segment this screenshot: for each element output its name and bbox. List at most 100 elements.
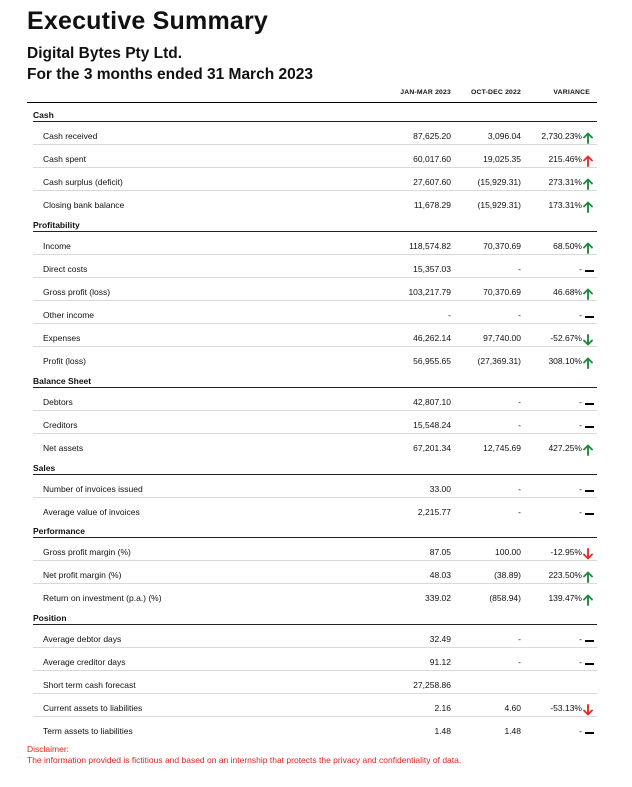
arrow-down-icon [583,547,593,559]
row-divider [33,254,597,255]
row-divider [33,277,597,278]
arrow-up-icon [583,132,593,144]
row-label: Closing bank balance [43,200,125,210]
value-variance: 173.31% [548,200,582,210]
row-label: Expenses [43,333,81,343]
value-variance: 68.50% [553,241,582,251]
value-current: 91.12 [429,657,451,667]
value-previous: 1.48 [504,726,521,736]
value-previous: 97,740.00 [483,333,521,343]
value-previous: (15,929.31) [477,200,521,210]
value-variance: 46.68% [553,287,582,297]
value-current: 60,017.60 [413,154,451,164]
neutral-dash-icon [585,316,594,318]
value-variance: 139.47% [548,593,582,603]
value-variance: 273.31% [548,177,582,187]
value-previous: - [518,420,521,430]
section-heading: Balance Sheet [33,376,92,386]
row-label: Short term cash forecast [43,680,136,690]
value-current: 2.16 [434,703,451,713]
value-previous: 4.60 [504,703,521,713]
row-divider [33,693,597,694]
arrow-down-icon [583,333,593,345]
arrow-up-icon [583,571,593,583]
neutral-dash-icon [585,732,594,734]
row-label: Return on investment (p.a.) (%) [43,593,162,603]
column-header-variance: VARIANCE [553,89,590,96]
section-divider [33,231,597,232]
row-label: Term assets to liabilities [43,726,133,736]
value-variance: - [579,507,582,517]
row-divider [33,410,597,411]
arrow-up-icon [583,201,593,213]
value-previous: (15,929.31) [477,177,521,187]
arrow-up-icon [583,242,593,254]
row-label: Other income [43,310,95,320]
value-previous: - [518,507,521,517]
row-label: Profit (loss) [43,356,86,366]
value-current: 27,258.86 [413,680,451,690]
header-divider [27,102,597,103]
section-heading: Performance [33,526,85,536]
value-current: 32.49 [429,634,451,644]
value-current: 1.48 [434,726,451,736]
value-current: 103,217.79 [408,287,451,297]
column-header-previous: OCT-DEC 2022 [471,89,521,96]
value-previous: - [518,264,521,274]
value-current: 42,807.10 [413,397,451,407]
value-variance: 223.50% [548,570,582,580]
value-current: 67,201.34 [413,443,451,453]
row-label: Number of invoices issued [43,484,143,494]
value-variance: 2,730.23% [541,131,582,141]
row-label: Net assets [43,443,84,453]
value-variance: -52.67% [550,333,582,343]
value-variance: - [579,484,582,494]
row-divider [33,647,597,648]
row-label: Direct costs [43,264,88,274]
value-current: 15,548.24 [413,420,451,430]
value-previous: - [518,484,521,494]
arrow-up-icon [583,357,593,369]
value-previous: - [518,397,521,407]
row-divider [33,300,597,301]
arrow-up-icon [583,594,593,606]
row-label: Cash spent [43,154,86,164]
value-variance: 427.25% [548,443,582,453]
row-label: Average creditor days [43,657,126,667]
row-divider [33,433,597,434]
row-label: Creditors [43,420,78,430]
column-header-current: JAN-MAR 2023 [400,89,451,96]
row-label: Cash surplus (deficit) [43,177,123,187]
neutral-dash-icon [585,426,594,428]
row-label: Gross profit margin (%) [43,547,131,557]
value-current: 33.00 [429,484,451,494]
row-divider [33,497,597,498]
report-page: Executive Summary Digital Bytes Pty Ltd.… [0,0,632,787]
value-current: 56,955.65 [413,356,451,366]
value-previous: 19,025.35 [483,154,521,164]
section-heading: Cash [33,110,54,120]
value-current: 27,607.60 [413,177,451,187]
value-variance: 215.46% [548,154,582,164]
value-current: 339.02 [425,593,451,603]
neutral-dash-icon [585,270,594,272]
value-variance: - [579,634,582,644]
neutral-dash-icon [585,403,594,405]
value-current: - [448,310,451,320]
row-divider [33,583,597,584]
section-heading: Position [33,613,67,623]
value-variance: - [579,726,582,736]
row-label: Net profit margin (%) [43,570,122,580]
value-variance: - [579,264,582,274]
neutral-dash-icon [585,640,594,642]
value-current: 46,262.14 [413,333,451,343]
row-label: Debtors [43,397,73,407]
section-heading: Sales [33,463,56,473]
value-variance: -53.13% [550,703,582,713]
neutral-dash-icon [585,513,594,515]
value-current: 11,678.29 [413,200,451,210]
value-previous: 3,096.04 [487,131,521,141]
value-variance: - [579,310,582,320]
disclaimer-text: The information provided is fictitious a… [27,755,462,765]
row-divider [33,670,597,671]
